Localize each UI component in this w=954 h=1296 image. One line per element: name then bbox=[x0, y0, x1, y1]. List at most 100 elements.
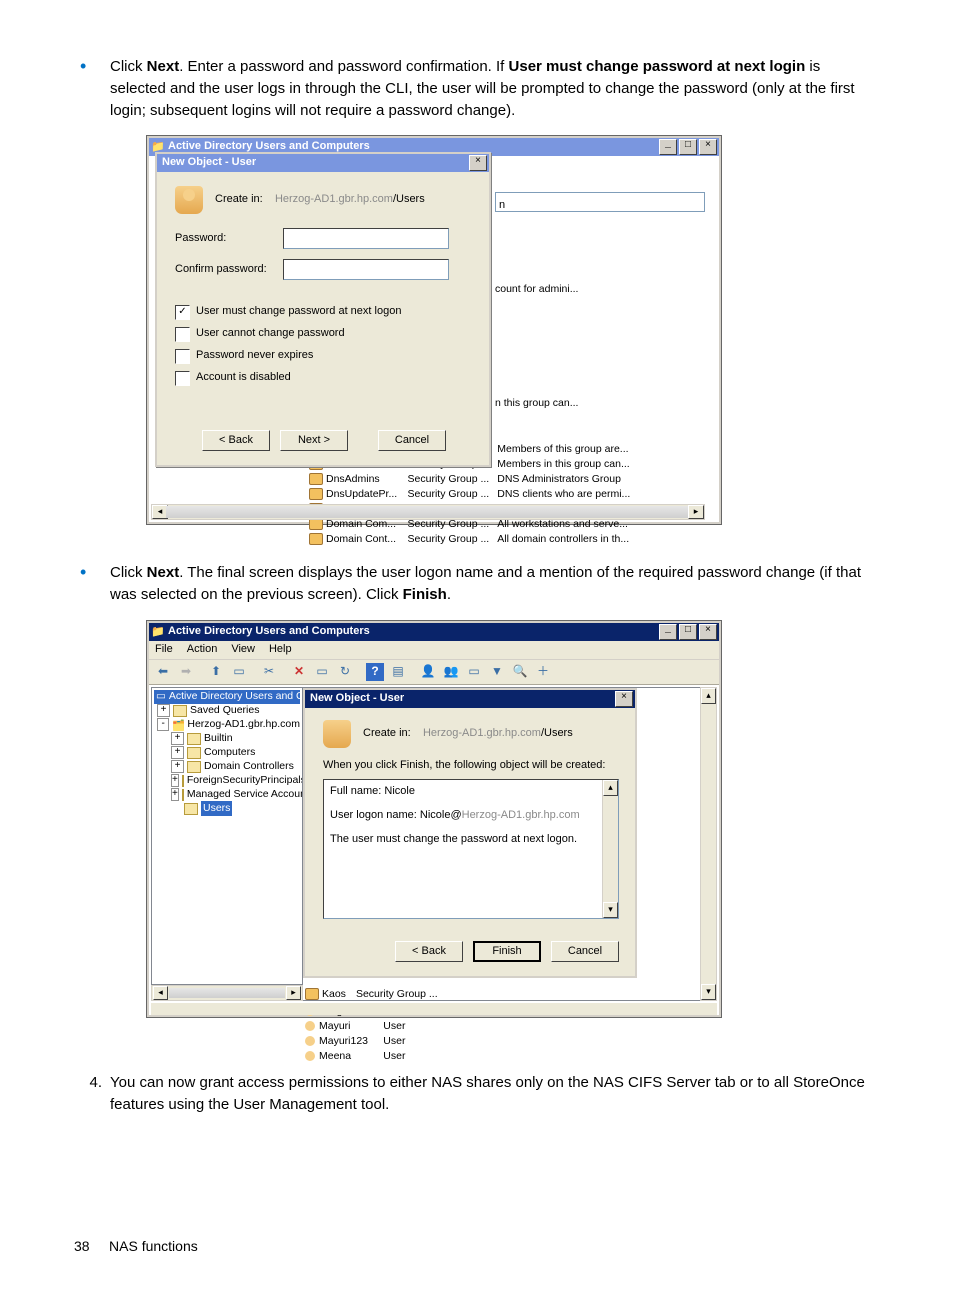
tree-root[interactable]: ▭ Active Directory Users and Comput bbox=[154, 690, 300, 704]
properties-icon[interactable]: ▭ bbox=[229, 662, 249, 682]
cannot-change-password-checkbox[interactable] bbox=[175, 327, 190, 342]
close-button[interactable]: × bbox=[699, 624, 717, 640]
vertical-scrollbar[interactable]: ▴ ▾ bbox=[700, 687, 717, 1001]
tree-foreign-security-principals[interactable]: ForeignSecurityPrincipals bbox=[187, 773, 303, 788]
scroll-right-button[interactable]: ▸ bbox=[688, 505, 704, 519]
page-number: 38 bbox=[74, 1238, 90, 1254]
forward-icon[interactable]: ➡ bbox=[176, 662, 196, 682]
menu-action[interactable]: Action bbox=[187, 642, 218, 658]
menu-bar: File Action View Help bbox=[149, 641, 719, 660]
snippet-text: n this group can... bbox=[495, 396, 578, 411]
scroll-down-button[interactable]: ▾ bbox=[701, 984, 716, 1000]
back-button[interactable]: < Back bbox=[395, 941, 463, 962]
scroll-up-button[interactable]: ▴ bbox=[701, 688, 716, 704]
dialog-title: New Object - User bbox=[307, 691, 615, 707]
folder-icon bbox=[187, 747, 201, 759]
expand-icon[interactable]: + bbox=[171, 788, 179, 801]
list-row[interactable]: Domain Cont...Security Group ...All doma… bbox=[309, 533, 636, 546]
new-user-icon[interactable]: 👤 bbox=[418, 662, 438, 682]
expand-icon[interactable]: + bbox=[171, 732, 184, 745]
add-icon[interactable]: ＋ bbox=[533, 662, 553, 682]
tree-view[interactable]: ▭ Active Directory Users and Comput + Sav… bbox=[151, 687, 303, 985]
new-ou-icon[interactable]: ▭ bbox=[464, 662, 484, 682]
menu-file[interactable]: File bbox=[155, 642, 173, 658]
filter-icon[interactable]: ▼ bbox=[487, 662, 507, 682]
list-row[interactable]: MeenaUser bbox=[305, 1050, 413, 1063]
confirm-password-label: Confirm password: bbox=[175, 262, 283, 278]
account-disabled-checkbox[interactable] bbox=[175, 371, 190, 386]
tree-saved-queries[interactable]: Saved Queries bbox=[190, 703, 259, 718]
scroll-right-button[interactable]: ▸ bbox=[286, 986, 301, 1000]
minimize-button[interactable]: _ bbox=[659, 139, 677, 155]
dialog-close-button[interactable]: × bbox=[615, 691, 633, 707]
dialog-titlebar: New Object - User × bbox=[305, 690, 635, 708]
menu-help[interactable]: Help bbox=[269, 642, 292, 658]
scroll-down-button[interactable]: ▾ bbox=[603, 902, 618, 918]
group-icon bbox=[309, 473, 323, 485]
scroll-left-button[interactable]: ◂ bbox=[153, 986, 168, 1000]
group-icon bbox=[309, 518, 323, 530]
tree-horizontal-scrollbar[interactable]: ◂ ▸ bbox=[151, 985, 303, 1001]
summary-scrollbar[interactable]: ▴ ▾ bbox=[602, 780, 618, 918]
right-pane-field: n bbox=[495, 192, 705, 212]
list-row[interactable]: DnsAdminsSecurity Group ...DNS Administr… bbox=[309, 473, 636, 486]
up-icon[interactable]: ⬆ bbox=[206, 662, 226, 682]
minimize-button[interactable]: _ bbox=[659, 624, 677, 640]
create-in-row: Create in: Herzog-AD1.gbr.hp.com/Users bbox=[215, 192, 425, 208]
step-4: 4. You can now grant access permissions … bbox=[74, 1072, 880, 1116]
password-label: Password: bbox=[175, 231, 283, 247]
expand-icon[interactable]: + bbox=[171, 760, 184, 773]
maximize-button[interactable]: □ bbox=[679, 139, 697, 155]
must-change-line: The user must change the password at nex… bbox=[330, 832, 612, 848]
maximize-button[interactable]: □ bbox=[679, 624, 697, 640]
page-icon[interactable]: ▭ bbox=[312, 662, 332, 682]
password-never-expires-checkbox[interactable] bbox=[175, 349, 190, 364]
must-change-password-checkbox[interactable]: ✓ bbox=[175, 305, 190, 320]
scroll-up-button[interactable]: ▴ bbox=[603, 780, 618, 796]
cut-icon[interactable]: ✂ bbox=[259, 662, 279, 682]
snippet-text: count for admini... bbox=[495, 282, 578, 297]
fullname-line: Full name: Nicole bbox=[330, 784, 612, 800]
folder-icon: 📁 bbox=[151, 625, 165, 639]
cancel-button[interactable]: Cancel bbox=[378, 430, 446, 451]
bullet-1-text: Click Next. Enter a password and passwor… bbox=[110, 58, 855, 119]
new-group-icon[interactable]: 👥 bbox=[441, 662, 461, 682]
list-row[interactable]: Mayuri123User bbox=[305, 1035, 413, 1048]
tree-domain-controllers[interactable]: Domain Controllers bbox=[204, 759, 294, 774]
back-button[interactable]: < Back bbox=[202, 430, 270, 451]
confirm-password-input[interactable] bbox=[283, 259, 449, 280]
back-icon[interactable]: ⬅ bbox=[153, 662, 173, 682]
folder-icon bbox=[187, 733, 201, 745]
password-input[interactable] bbox=[283, 228, 449, 249]
refresh-icon[interactable]: ↻ bbox=[335, 662, 355, 682]
finish-button[interactable]: Finish bbox=[473, 941, 541, 962]
close-button[interactable]: × bbox=[699, 139, 717, 155]
list-row[interactable]: MayuriUser bbox=[305, 1020, 413, 1033]
expand-icon[interactable]: + bbox=[171, 774, 179, 787]
password-never-expires-label: Password never expires bbox=[196, 348, 313, 364]
bg-objects-list: KaosSecurity Group ... Long NameUserMayu… bbox=[303, 986, 448, 1065]
screenshot-1: 📁 Active Directory Users and Computers _… bbox=[146, 135, 722, 525]
tree-builtin[interactable]: Builtin bbox=[204, 731, 233, 746]
tree-users[interactable]: Users bbox=[201, 801, 232, 816]
user-icon bbox=[305, 1021, 315, 1031]
help-icon[interactable]: ? bbox=[365, 662, 385, 682]
expand-icon[interactable]: + bbox=[171, 746, 184, 759]
list-row[interactable]: DnsUpdatePr...Security Group ...DNS clie… bbox=[309, 488, 636, 501]
tree-computers[interactable]: Computers bbox=[204, 745, 255, 760]
group-icon bbox=[309, 488, 323, 500]
dialog-close-button[interactable]: × bbox=[469, 155, 487, 171]
find-icon[interactable]: 🔍 bbox=[510, 662, 530, 682]
delete-icon[interactable]: ✕ bbox=[289, 662, 309, 682]
expand-icon[interactable]: + bbox=[157, 704, 170, 717]
collapse-icon[interactable]: - bbox=[157, 718, 169, 731]
tree-domain[interactable]: Herzog-AD1.gbr.hp.com bbox=[187, 717, 300, 732]
menu-view[interactable]: View bbox=[231, 642, 255, 658]
cancel-button[interactable]: Cancel bbox=[551, 941, 619, 962]
tree-managed-service-accounts[interactable]: Managed Service Accounts bbox=[187, 787, 303, 802]
status-bar bbox=[151, 1002, 717, 1015]
bullet-2-text: Click Next. The final screen displays th… bbox=[110, 564, 861, 603]
horizontal-scrollbar[interactable]: ◂ ▸ bbox=[151, 504, 705, 520]
next-button[interactable]: Next > bbox=[280, 430, 348, 451]
list-icon[interactable]: ▤ bbox=[388, 662, 408, 682]
